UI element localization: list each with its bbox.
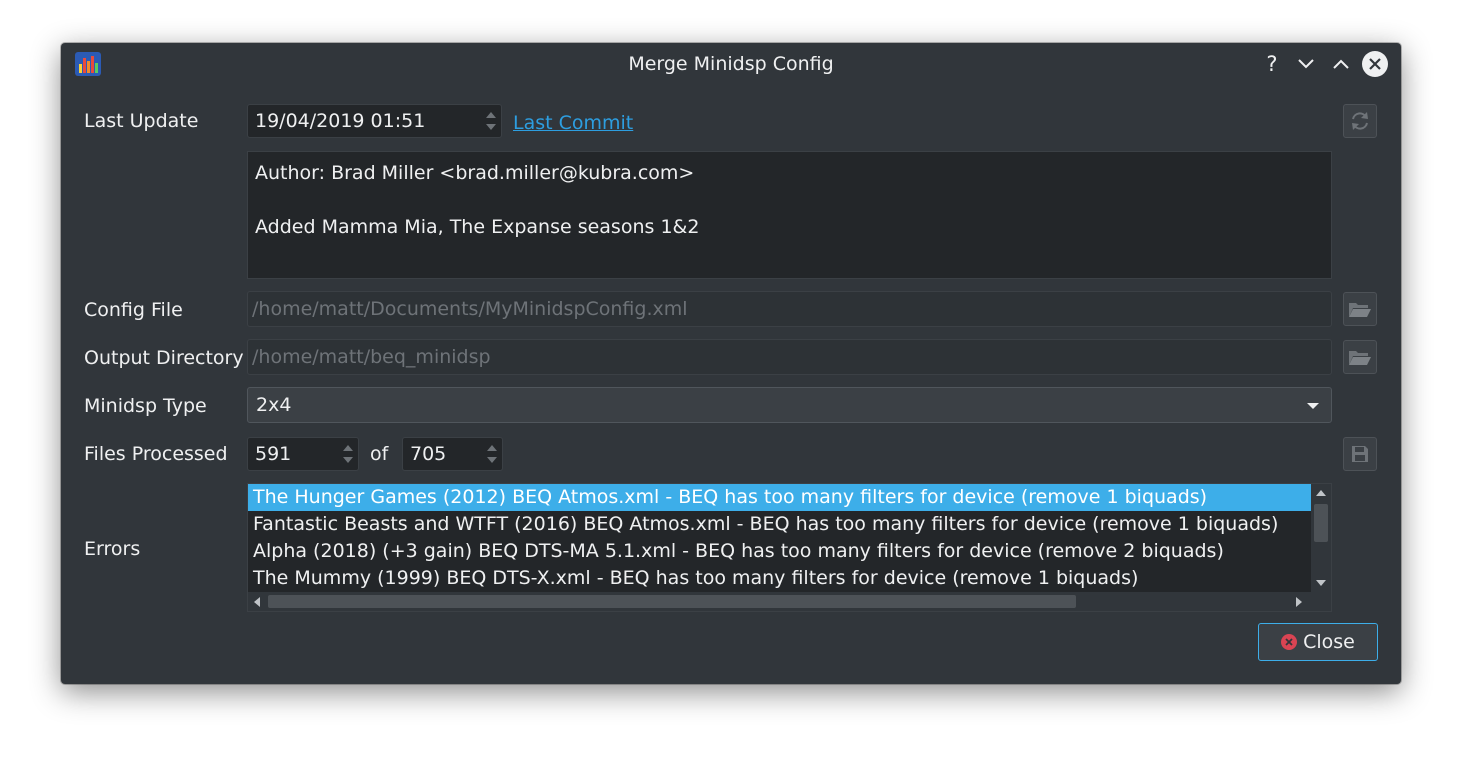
last-update-value: 19/04/2019 01:51 [255,110,426,132]
spin-up-icon[interactable] [343,445,353,451]
commit-line [255,187,1324,214]
spin-down-icon[interactable] [486,124,496,130]
last-update-label: Last Update [84,110,199,132]
window-title: Merge Minidsp Config [628,53,834,75]
errors-list-items: The Hunger Games (2012) BEQ Atmos.xml - … [248,484,1311,592]
triangle-up-icon [1316,490,1326,496]
output-directory-label: Output Directory [84,347,244,369]
files-processed-spinbox[interactable]: 591 [247,437,359,471]
minidsp-type-label: Minidsp Type [84,395,207,417]
chevron-up-icon [1333,59,1349,69]
triangle-down-icon [1316,580,1326,586]
spin-up-icon[interactable] [487,445,497,451]
close-icon [1369,58,1381,70]
cancel-icon [1281,634,1298,650]
errors-label: Errors [84,538,141,560]
last-update-datetime-input[interactable]: 19/04/2019 01:51 [247,104,502,138]
spin-down-icon[interactable] [343,457,353,463]
errors-list[interactable]: The Hunger Games (2012) BEQ Atmos.xml - … [247,483,1332,612]
vertical-scrollbar[interactable] [1311,484,1331,592]
total-spin-arrows[interactable] [482,438,502,470]
folder-open-icon [1349,351,1371,365]
horizontal-scroll-thumb[interactable] [268,595,1076,608]
files-total-value: 705 [410,443,447,465]
commit-line: Author: Brad Miller <brad.miller@kubra.c… [255,162,695,184]
scroll-down-button[interactable] [1311,574,1331,592]
output-directory-field: /home/matt/beq_minidsp [247,339,1332,375]
scroll-left-button[interactable] [248,592,266,611]
processed-spin-arrows[interactable] [338,438,358,470]
triangle-left-icon [254,596,260,607]
maximize-button[interactable] [1329,53,1353,75]
folder-open-icon [1349,303,1371,317]
files-processed-value: 591 [255,443,292,465]
config-file-field: /home/matt/Documents/MyMinidspConfig.xml [247,291,1332,327]
commit-line: Added Mamma Mia, The Expanse seasons 1&2 [255,216,700,238]
help-button[interactable]: ? [1261,52,1283,76]
spin-up-icon[interactable] [486,112,496,118]
close-button[interactable]: Close [1258,623,1378,661]
minimize-button[interactable] [1294,53,1318,75]
triangle-right-icon [1296,596,1302,607]
commit-message-text[interactable]: Author: Brad Miller <brad.miller@kubra.c… [247,151,1332,279]
scroll-up-button[interactable] [1311,484,1331,502]
list-item[interactable]: The Mummy (1999) BEQ DTS-X.xml - BEQ has… [248,565,1311,592]
browse-output-button[interactable] [1343,340,1377,374]
spin-down-icon[interactable] [487,457,497,463]
scroll-right-button[interactable] [1290,592,1308,611]
refresh-icon [1352,112,1368,130]
window-close-button[interactable] [1362,51,1388,77]
config-file-label: Config File [84,299,183,321]
save-icon [1352,446,1368,462]
datetime-spin-arrows[interactable] [481,105,501,137]
title-bar[interactable]: Merge Minidsp Config ? [61,43,1401,85]
browse-config-button[interactable] [1343,292,1377,326]
save-button[interactable] [1343,437,1377,471]
of-label: of [370,443,389,465]
merge-minidsp-dialog: Merge Minidsp Config ? Last Update 19/04… [61,43,1401,684]
minidsp-type-value: 2x4 [256,394,292,416]
dropdown-arrow-icon [1307,403,1319,409]
files-total-spinbox[interactable]: 705 [402,437,503,471]
files-processed-label: Files Processed [84,443,228,465]
vertical-scroll-thumb[interactable] [1314,504,1328,542]
close-button-label: Close [1303,631,1355,653]
list-item[interactable]: Alpha (2018) (+3 gain) BEQ DTS-MA 5.1.xm… [248,538,1311,565]
last-commit-link[interactable]: Last Commit [513,106,633,140]
horizontal-scrollbar[interactable] [248,592,1331,611]
list-item[interactable]: Fantastic Beasts and WTFT (2016) BEQ Atm… [248,511,1311,538]
minidsp-type-select[interactable]: 2x4 [247,387,1332,423]
output-directory-path: /home/matt/beq_minidsp [252,346,491,368]
list-item[interactable]: The Hunger Games (2012) BEQ Atmos.xml - … [248,484,1311,511]
config-file-path: /home/matt/Documents/MyMinidspConfig.xml [252,298,688,320]
refresh-button[interactable] [1343,104,1377,138]
chevron-down-icon [1298,59,1314,69]
